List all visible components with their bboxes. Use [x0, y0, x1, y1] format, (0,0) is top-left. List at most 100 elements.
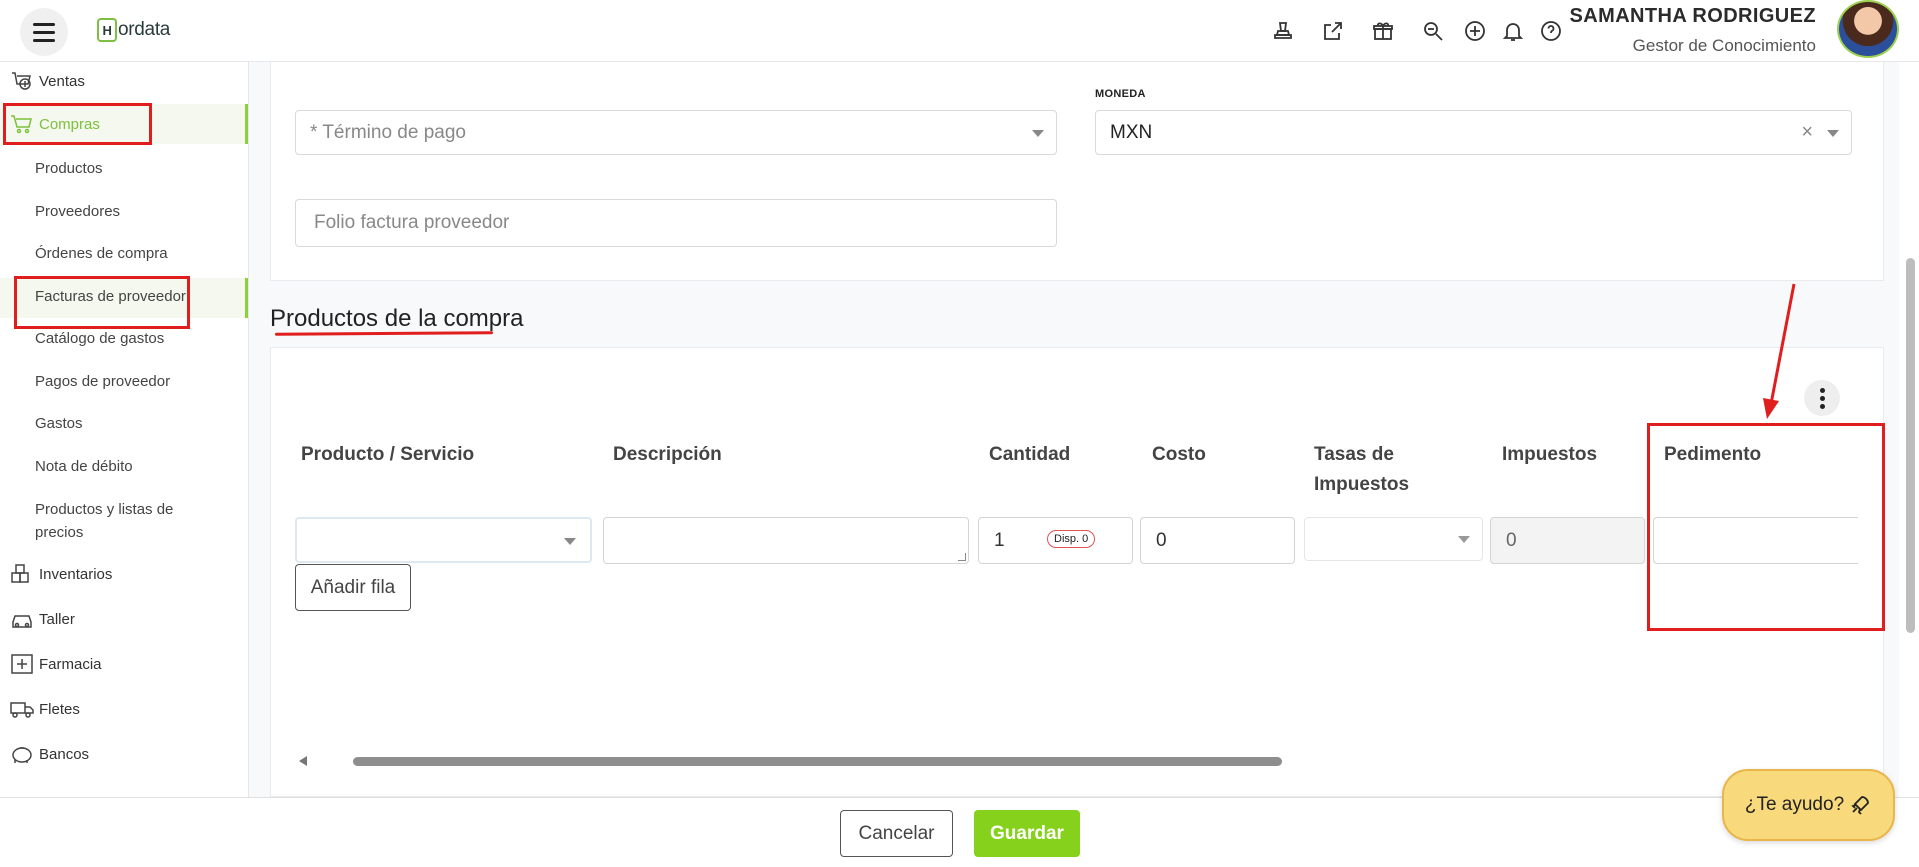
- sidebar: Ventas Compras Productos Proveedores Órd…: [0, 62, 249, 797]
- cancel-label: Cancelar: [858, 822, 935, 844]
- add-row-button[interactable]: Añadir fila: [295, 564, 411, 611]
- avatar[interactable]: [1837, 0, 1899, 58]
- sidebar-item-compras[interactable]: Compras: [0, 104, 248, 144]
- save-button[interactable]: Guardar: [974, 810, 1080, 857]
- horizontal-scrollbar[interactable]: [295, 755, 1853, 767]
- top-bar: H ordata SAMANTHA RODRIGUEZ Gestor de Co…: [0, 0, 1919, 62]
- active-indicator: [245, 278, 248, 318]
- sidebar-item-fletes[interactable]: Fletes: [0, 694, 248, 724]
- sidebar-item-label: Compras: [39, 115, 100, 133]
- sales-icon: [9, 70, 35, 92]
- column-header-impuestos: Impuestos: [1502, 444, 1598, 465]
- sidebar-subitem-productos[interactable]: Productos: [35, 157, 103, 180]
- cost-input[interactable]: 0: [1140, 517, 1295, 564]
- rocket-icon: [1851, 796, 1870, 815]
- chevron-down-icon: [1827, 130, 1839, 137]
- purchase-form-card: [270, 62, 1884, 281]
- currency-select[interactable]: MXN ×: [1095, 110, 1852, 155]
- sidebar-item-label: Farmacia: [39, 655, 102, 673]
- logo-mark: H: [97, 18, 117, 42]
- plus-circle-icon[interactable]: [1460, 16, 1490, 46]
- column-header-tasas-impuestos: Tasas de Impuestos: [1314, 444, 1410, 495]
- column-header-descripcion: Descripción: [613, 444, 722, 465]
- help-label: ¿Te ayudo?: [1744, 794, 1845, 815]
- help-chat-button[interactable]: ¿Te ayudo?: [1722, 769, 1895, 841]
- sidebar-item-label: Fletes: [39, 700, 80, 718]
- active-indicator: [245, 104, 248, 144]
- column-header-costo: Costo: [1152, 444, 1206, 465]
- sidebar-item-label: Bancos: [39, 745, 90, 763]
- logo-text: ordata: [118, 19, 171, 40]
- user-name: SAMANTHA RODRIGUEZ: [1569, 5, 1816, 27]
- sidebar-subitem-catalogo-gastos[interactable]: Catálogo de gastos: [35, 327, 164, 350]
- form-footer: Cancelar Guardar: [0, 797, 1919, 867]
- add-row-label: Añadir fila: [310, 576, 396, 598]
- gift-icon[interactable]: [1368, 16, 1398, 46]
- scroll-left-icon[interactable]: [299, 756, 307, 766]
- sidebar-subitem-pagos-proveedor[interactable]: Pagos de proveedor: [35, 370, 170, 393]
- vertical-dots-icon: [1819, 387, 1825, 409]
- scrollbar-thumb[interactable]: [353, 757, 1282, 766]
- user-role: Gestor de Conocimiento: [1632, 36, 1816, 55]
- supplier-invoice-placeholder: Folio factura proveedor: [314, 212, 510, 233]
- cart-icon: [9, 113, 35, 135]
- sidebar-item-label: Inventarios: [39, 565, 113, 583]
- section-title: Productos de la compra: [270, 305, 524, 332]
- more-options-button[interactable]: [1804, 380, 1840, 416]
- sidebar-subitem-gastos[interactable]: Gastos: [35, 412, 83, 435]
- column-header-producto: Producto / Servicio: [301, 444, 475, 465]
- payment-term-placeholder: * Término de pago: [310, 121, 466, 143]
- annotation-underline: [274, 331, 494, 336]
- stamp-icon[interactable]: [1268, 16, 1298, 46]
- currency-label: MONEDA: [1095, 88, 1146, 100]
- product-select[interactable]: [295, 517, 592, 563]
- search-zoom-icon[interactable]: [1418, 16, 1448, 46]
- sidebar-item-label: Taller: [39, 610, 75, 628]
- save-label: Guardar: [990, 822, 1064, 844]
- bell-icon[interactable]: [1498, 16, 1528, 46]
- external-link-icon[interactable]: [1318, 16, 1348, 46]
- sidebar-item-inventarios[interactable]: Inventarios: [0, 559, 248, 589]
- pedimento-input[interactable]: [1653, 517, 1858, 564]
- sidebar-subitem-ordenes-compra[interactable]: Órdenes de compra: [35, 242, 168, 265]
- sidebar-item-farmacia[interactable]: Farmacia: [0, 649, 248, 679]
- cancel-button[interactable]: Cancelar: [840, 810, 953, 857]
- payment-term-select[interactable]: * Término de pago: [295, 110, 1057, 155]
- resize-handle-icon[interactable]: [958, 553, 966, 561]
- hamburger-icon: [33, 22, 55, 42]
- taxes-value: 0: [1506, 529, 1517, 551]
- taxes-input: 0: [1490, 517, 1645, 564]
- sidebar-item-label: Ventas: [39, 72, 85, 90]
- sidebar-subitem-productos-listas-precios[interactable]: Productos y listas de precios: [35, 498, 215, 544]
- chevron-down-icon: [1458, 536, 1470, 543]
- sidebar-item-bancos[interactable]: Bancos: [0, 739, 248, 769]
- clear-icon[interactable]: ×: [1801, 121, 1813, 144]
- sidebar-item-ventas[interactable]: Ventas: [0, 66, 248, 96]
- help-circle-icon[interactable]: [1536, 16, 1566, 46]
- available-stock-badge: Disp. 0: [1047, 530, 1096, 548]
- quantity-value: 1: [994, 529, 1005, 551]
- sidebar-subitem-proveedores[interactable]: Proveedores: [35, 200, 120, 223]
- main-content: * Término de pago MONEDA MXN × Folio fac…: [249, 62, 1899, 797]
- inventory-icon: [9, 563, 35, 585]
- sidebar-subitem-nota-debito[interactable]: Nota de débito: [35, 455, 133, 478]
- menu-toggle-button[interactable]: [20, 8, 68, 56]
- piggy-bank-icon: [9, 743, 35, 765]
- annotation-arrow: [1763, 283, 1796, 419]
- vertical-scrollbar[interactable]: [1906, 258, 1915, 633]
- cost-value: 0: [1156, 529, 1167, 551]
- column-header-cantidad: Cantidad: [989, 444, 1071, 465]
- currency-value: MXN: [1110, 121, 1153, 143]
- chevron-down-icon: [564, 538, 576, 545]
- truck-icon: [9, 698, 35, 720]
- supplier-invoice-input[interactable]: Folio factura proveedor: [295, 199, 1057, 247]
- pharmacy-icon: [9, 653, 35, 675]
- app-logo[interactable]: H ordata: [97, 18, 170, 42]
- description-textarea[interactable]: [603, 517, 969, 564]
- sidebar-item-taller[interactable]: Taller: [0, 604, 248, 634]
- car-icon: [9, 608, 35, 630]
- column-header-pedimento: Pedimento: [1664, 444, 1762, 465]
- sidebar-subitem-facturas-proveedor[interactable]: Facturas de proveedor: [35, 285, 186, 308]
- tax-rates-select[interactable]: [1304, 517, 1483, 561]
- products-card: [270, 347, 1884, 797]
